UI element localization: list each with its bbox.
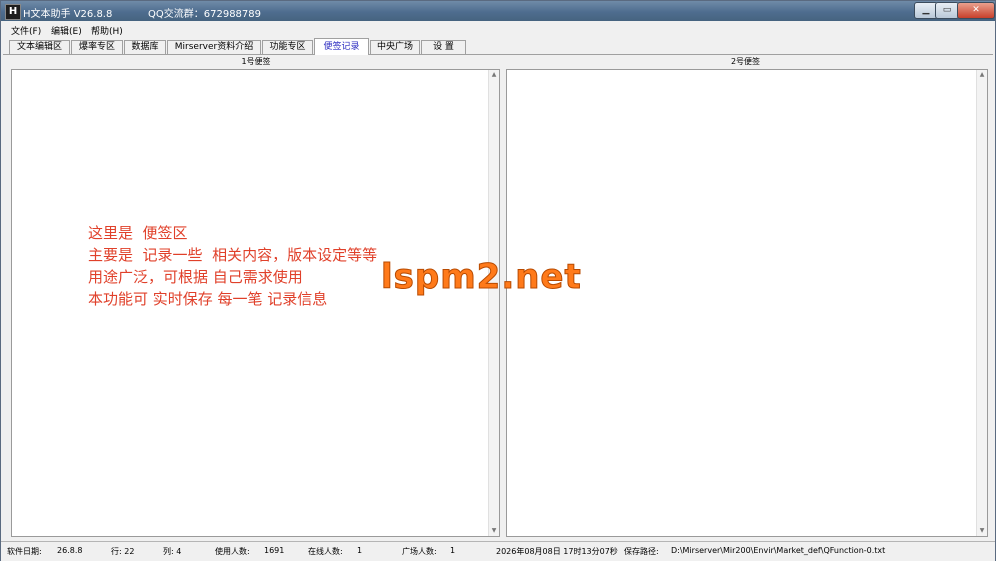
- note-1-content: 这里是 便签区 主要是 记录一些 相关内容，版本设定等等 用途广泛，可根据 自己…: [88, 224, 378, 308]
- right-note-label: 2号便签: [730, 57, 761, 66]
- status-plaza-value: 1: [450, 546, 456, 555]
- status-save-path: D:\Mirserver\Mir200\Envir\Market_def\QFu…: [671, 546, 886, 555]
- app-window: H H文本助手 V26.8.8 QQ交流群：672988789 ▁ ▭ ✕ 文件…: [0, 0, 996, 561]
- maximize-button[interactable]: ▭: [935, 2, 959, 19]
- site-watermark: lspm2.net: [381, 257, 582, 298]
- status-online-label: 在线人数:: [308, 547, 343, 556]
- status-save-path-label: 保存路径:: [624, 547, 659, 556]
- tab-mirserver-info[interactable]: Mirserver资料介绍: [167, 40, 261, 54]
- tab-text-editor[interactable]: 文本编辑区: [9, 40, 70, 54]
- tab-functions[interactable]: 功能专区: [262, 40, 313, 54]
- app-icon: H: [5, 4, 21, 20]
- status-users-value: 1691: [264, 546, 285, 555]
- scroll-down-icon[interactable]: ▼: [489, 526, 499, 536]
- qq-group-text: QQ交流群：672988789: [148, 9, 262, 20]
- title-bar[interactable]: H H文本助手 V26.8.8 QQ交流群：672988789 ▁ ▭ ✕: [1, 1, 995, 21]
- status-datetime: 2026年08月08日 17时13分07秒: [496, 547, 618, 556]
- menu-bar: 文件(F) 编辑(E) 帮助(H): [1, 22, 995, 37]
- tab-central-plaza[interactable]: 中央广场: [370, 40, 420, 54]
- minimize-icon: ▁: [922, 5, 930, 15]
- menu-file[interactable]: 文件(F): [11, 24, 41, 37]
- scroll-up-icon[interactable]: ▲: [977, 70, 987, 80]
- tab-drop-rate[interactable]: 爆率专区: [71, 40, 123, 54]
- close-button[interactable]: ✕: [957, 2, 995, 19]
- note-2-textarea[interactable]: ▲ ▼: [506, 69, 988, 537]
- note-1-textarea[interactable]: 这里是 便签区 主要是 记录一些 相关内容，版本设定等等 用途广泛，可根据 自己…: [11, 69, 500, 537]
- left-note-label: 1号便签: [241, 57, 271, 66]
- notes-panel: 1号便签 2号便签 这里是 便签区 主要是 记录一些 相关内容，版本设定等等 用…: [3, 54, 993, 540]
- status-software-date-value: 26.8.8: [57, 546, 83, 555]
- status-bar: 软件日期: 26.8.8 行: 22 列: 4 使用人数: 1691 在线人数:…: [1, 541, 995, 561]
- window-title: H文本助手 V26.8.8: [23, 9, 113, 20]
- tab-bar: 文本编辑区 爆率专区 数据库 Mirserver资料介绍 功能专区 便签记录 中…: [1, 38, 995, 55]
- status-online-value: 1: [357, 546, 363, 555]
- status-software-date-label: 软件日期:: [7, 547, 42, 556]
- status-users-label: 使用人数:: [215, 547, 250, 556]
- tab-database[interactable]: 数据库: [124, 40, 166, 54]
- maximize-icon: ▭: [942, 5, 952, 15]
- note-1-scrollbar[interactable]: ▲ ▼: [488, 70, 499, 536]
- status-col: 列: 4: [163, 547, 182, 556]
- scroll-down-icon[interactable]: ▼: [977, 526, 987, 536]
- scroll-up-icon[interactable]: ▲: [489, 70, 499, 80]
- menu-edit[interactable]: 编辑(E): [51, 24, 82, 37]
- status-row: 行: 22: [111, 547, 135, 556]
- menu-help[interactable]: 帮助(H): [91, 24, 123, 37]
- note-2-scrollbar[interactable]: ▲ ▼: [976, 70, 987, 536]
- status-plaza-label: 广场人数:: [402, 547, 437, 556]
- tab-settings[interactable]: 设 置: [421, 40, 466, 54]
- close-icon: ✕: [972, 5, 980, 15]
- tab-notes[interactable]: 便签记录: [314, 38, 369, 55]
